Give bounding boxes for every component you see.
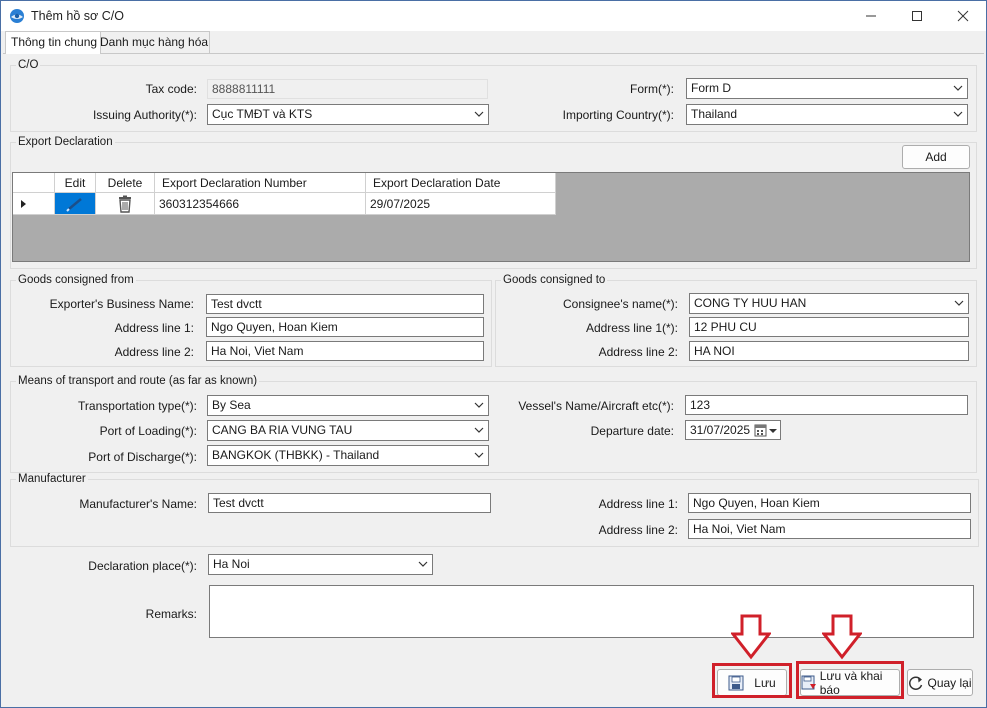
transport-legend: Means of transport and route (as far as …: [18, 375, 258, 387]
maximize-button[interactable]: [894, 1, 940, 31]
maximize-icon: [912, 11, 922, 21]
from-address2-label: Address line 2:: [114, 345, 194, 359]
issuing-authority-label: Issuing Authority(*):: [92, 108, 197, 122]
edit-row-button[interactable]: [55, 193, 96, 215]
transport-type-value: By Sea: [212, 398, 251, 412]
tab-goods-list[interactable]: Danh mục hàng hóa: [94, 31, 210, 53]
manufacturer-name-field[interactable]: Test dvctt: [208, 493, 491, 513]
exporter-name-field[interactable]: Test dvctt: [206, 294, 484, 314]
down-arrow-icon: [822, 614, 862, 660]
departure-date-label: Departure date:: [590, 424, 674, 438]
departure-date-picker[interactable]: 31/07/2025: [685, 420, 781, 440]
declaration-place-value: Ha Noi: [213, 557, 250, 571]
from-address2-field[interactable]: Ha Noi, Viet Nam: [206, 341, 484, 361]
form-label: Form(*):: [630, 82, 674, 96]
manufacturer-address1-label: Address line 1:: [598, 497, 678, 511]
declaration-place-select[interactable]: Ha Noi: [208, 554, 433, 575]
chevron-down-icon: [954, 300, 964, 306]
departure-date-value: 31/07/2025: [690, 423, 751, 437]
port-discharge-value: BANGKOK (THBKK) - Thailand: [212, 448, 380, 462]
consignee-name-label: Consignee's name(*):: [562, 297, 678, 311]
consignee-name-select[interactable]: CONG TY HUU HAN: [689, 293, 969, 314]
exporter-name-label: Exporter's Business Name:: [49, 297, 194, 311]
declaration-place-label: Declaration place(*):: [88, 559, 197, 573]
minimize-icon: [866, 15, 876, 17]
grid-header-date[interactable]: Export Declaration Date: [366, 173, 556, 193]
manufacturer-address2-label: Address line 2:: [598, 523, 678, 537]
importing-country-select[interactable]: Thailand: [686, 104, 968, 125]
trash-icon: [119, 195, 131, 213]
delete-row-button[interactable]: [96, 193, 155, 215]
to-address2-field[interactable]: HA NOI: [689, 341, 969, 361]
chevron-down-icon: [474, 427, 484, 433]
importing-country-label: Importing Country(*):: [562, 108, 674, 122]
grid-header-delete[interactable]: Delete: [96, 173, 155, 193]
dialog-window: Thêm hồ sơ C/O Thông tin chung Danh mục …: [0, 0, 987, 708]
remarks-label: Remarks:: [145, 607, 197, 621]
save-highlight-box: [712, 663, 792, 698]
back-label: Quay lại: [927, 675, 972, 690]
table-row-selector[interactable]: [13, 193, 55, 215]
issuing-authority-value: Cục TMĐT và KTS: [212, 107, 313, 121]
calendar-icon: [754, 424, 777, 437]
export-declaration-legend: Export Declaration: [18, 136, 113, 148]
from-address1-label: Address line 1:: [114, 321, 194, 335]
grid-header-edit[interactable]: Edit: [55, 173, 96, 193]
chevron-down-icon: [953, 85, 963, 91]
title-bar: Thêm hồ sơ C/O: [1, 1, 986, 31]
table-cell-date[interactable]: 29/07/2025: [366, 193, 556, 215]
export-declaration-grid: Edit Delete Export Declaration Number Ex…: [12, 172, 970, 262]
chevron-down-icon: [953, 111, 963, 117]
app-icon: [10, 9, 24, 23]
vessel-name-label: Vessel's Name/Aircraft etc(*):: [518, 399, 674, 413]
manufacturer-address2-field[interactable]: Ha Noi, Viet Nam: [688, 519, 971, 539]
co-legend: C/O: [18, 59, 39, 71]
port-discharge-select[interactable]: BANGKOK (THBKK) - Thailand: [207, 445, 489, 466]
grid-header-number[interactable]: Export Declaration Number: [155, 173, 366, 193]
issuing-authority-select[interactable]: Cục TMĐT và KTS: [207, 104, 489, 125]
goods-to-legend: Goods consigned to: [503, 274, 606, 286]
importing-country-value: Thailand: [691, 107, 738, 121]
from-address1-field[interactable]: Ngo Quyen, Hoan Kiem: [206, 317, 484, 337]
port-discharge-label: Port of Discharge(*):: [88, 450, 197, 464]
close-button[interactable]: [940, 1, 986, 31]
vessel-name-field[interactable]: 123: [685, 395, 968, 415]
tax-code-label: Tax code:: [145, 82, 197, 96]
port-loading-value: CANG BA RIA VUNG TAU: [212, 423, 353, 437]
manufacturer-name-label: Manufacturer's Name:: [79, 497, 197, 511]
transport-type-select[interactable]: By Sea: [207, 395, 489, 416]
tab-general-info[interactable]: Thông tin chung: [5, 31, 101, 54]
manufacturer-address1-field[interactable]: Ngo Quyen, Hoan Kiem: [688, 493, 971, 513]
window-title: Thêm hồ sơ C/O: [31, 9, 124, 23]
back-button[interactable]: Quay lại: [907, 669, 973, 696]
close-icon: [957, 10, 969, 22]
save-declare-highlight-box: [796, 661, 904, 699]
chevron-down-icon: [418, 561, 428, 567]
port-loading-label: Port of Loading(*):: [99, 424, 197, 438]
form-value: Form D: [691, 81, 731, 95]
to-address1-label: Address line 1(*):: [585, 321, 678, 335]
goods-from-legend: Goods consigned from: [18, 274, 134, 286]
minimize-button[interactable]: [848, 1, 894, 31]
add-button[interactable]: Add: [902, 145, 970, 169]
tax-code-field[interactable]: 8888811111: [207, 79, 488, 99]
chevron-down-icon: [474, 452, 484, 458]
refresh-back-icon: [909, 675, 923, 690]
to-address2-label: Address line 2:: [598, 345, 678, 359]
chevron-down-icon: [474, 111, 484, 117]
pencil-icon: [66, 198, 82, 212]
transport-type-label: Transportation type(*):: [78, 399, 197, 413]
grid-header-selector: [13, 173, 55, 193]
to-address1-field[interactable]: 12 PHU CU: [689, 317, 969, 337]
consignee-name-value: CONG TY HUU HAN: [694, 296, 807, 310]
down-arrow-icon: [731, 614, 771, 660]
port-loading-select[interactable]: CANG BA RIA VUNG TAU: [207, 420, 489, 441]
chevron-down-icon: [474, 402, 484, 408]
form-select[interactable]: Form D: [686, 78, 968, 99]
manufacturer-legend: Manufacturer: [18, 473, 86, 485]
table-cell-number[interactable]: 360312354666: [155, 193, 366, 215]
row-pointer-icon: [21, 200, 26, 208]
